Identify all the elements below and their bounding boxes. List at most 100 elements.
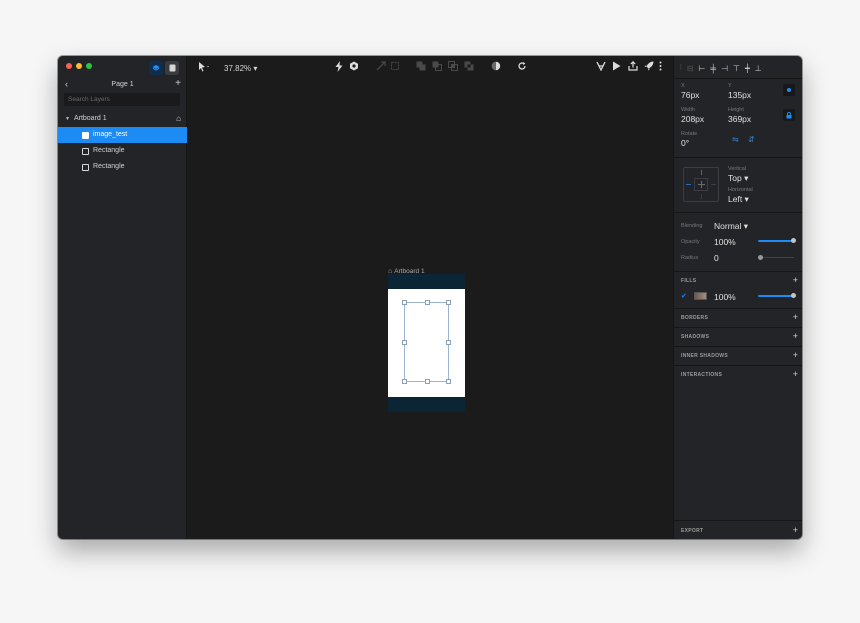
constraint-left[interactable] [686, 184, 691, 185]
disclosure-triangle-icon[interactable]: ▼ [65, 111, 70, 127]
add-export-button[interactable]: + [793, 526, 798, 535]
divider [674, 346, 802, 347]
artboard[interactable] [388, 274, 465, 412]
image-icon [82, 131, 89, 139]
distribute-horizontal-icon[interactable]: ⦚ [680, 63, 682, 73]
design-canvas[interactable]: ⌂ Artboard 1 [187, 80, 673, 539]
selected-image-layer[interactable] [402, 300, 451, 384]
x-field[interactable]: 76px [681, 90, 699, 100]
hexagon-icon[interactable] [349, 61, 359, 75]
blending-dropdown[interactable]: Normal ▾ [714, 221, 748, 232]
play-icon[interactable] [612, 61, 621, 75]
layer-image-test[interactable]: image_test [58, 127, 187, 143]
slider-knob[interactable] [758, 255, 763, 260]
flip-vertical-icon[interactable]: ⇵ [748, 135, 755, 144]
zoom-window-button[interactable] [86, 63, 92, 69]
refresh-icon[interactable] [517, 61, 527, 75]
more-icon[interactable] [659, 61, 662, 75]
align-middle-icon[interactable]: ┿ [745, 64, 750, 73]
add-border-button[interactable]: + [793, 313, 798, 322]
slider-knob[interactable] [791, 293, 796, 298]
constraint-height[interactable] [701, 181, 702, 188]
intersect-icon[interactable] [448, 61, 458, 75]
layer-rectangle[interactable]: Rectangle [58, 143, 187, 159]
add-page-button[interactable]: + [175, 78, 181, 89]
home-icon[interactable]: ⌂ [176, 111, 181, 127]
align-top-icon[interactable]: ⊤ [733, 64, 740, 73]
layer-list: ▼ Artboard 1 ⌂ image_test Rectangle Rect… [58, 111, 187, 175]
divider [674, 212, 802, 213]
y-field[interactable]: 135px [728, 90, 751, 100]
x-label: X [681, 83, 685, 89]
fill-enabled-checkbox[interactable]: ✔ [681, 292, 687, 300]
resize-handle[interactable] [425, 379, 430, 384]
page-title[interactable]: Page 1 [58, 81, 187, 88]
add-shadow-button[interactable]: + [793, 332, 798, 341]
height-label: Height [728, 107, 744, 113]
union-icon[interactable] [416, 61, 426, 75]
resize-handle[interactable] [402, 340, 407, 345]
layer-artboard-1[interactable]: ▼ Artboard 1 ⌂ [58, 111, 187, 127]
add-fill-button[interactable]: + [793, 276, 798, 285]
align-bottom-icon[interactable]: ⊥ [755, 64, 762, 73]
resize-handle[interactable] [425, 300, 430, 305]
divider [674, 327, 802, 328]
horizontal-dropdown[interactable]: Left ▾ [728, 194, 749, 205]
align-right-icon[interactable]: ⊣ [721, 64, 728, 73]
fill-opacity-field[interactable]: 100% [714, 292, 736, 302]
fill-swatch[interactable] [694, 292, 707, 300]
zoom-level-dropdown[interactable]: 37.82% ▾ [224, 64, 257, 73]
close-window-button[interactable] [66, 63, 72, 69]
difference-icon[interactable] [464, 61, 474, 75]
layers-mode-button[interactable] [149, 61, 163, 75]
resize-icon[interactable] [376, 61, 386, 75]
rotate-field[interactable]: 0° [681, 138, 689, 148]
resize-handle[interactable] [446, 379, 451, 384]
lock-ratio-button[interactable] [783, 109, 795, 121]
align-center-icon[interactable]: ╪ [710, 64, 716, 73]
radius-slider[interactable] [760, 257, 794, 258]
horizontal-label: Horizontal [728, 187, 753, 193]
height-field[interactable]: 369px [728, 114, 751, 124]
fill-opacity-slider[interactable] [758, 293, 796, 298]
search-layers-input[interactable]: Search Layers [64, 93, 180, 106]
subtract-icon[interactable] [432, 61, 442, 75]
add-inner-shadow-button[interactable]: + [793, 351, 798, 360]
constraint-top[interactable] [701, 170, 702, 175]
horizontal-value: Left [728, 194, 743, 204]
select-arrow-icon[interactable] [198, 62, 210, 76]
radius-field[interactable]: 0 [714, 253, 719, 263]
constraint-right[interactable] [711, 184, 716, 185]
components-mode-button[interactable] [165, 61, 179, 75]
mask-icon[interactable] [491, 61, 501, 75]
width-field[interactable]: 208px [681, 114, 704, 124]
layer-label: Artboard 1 [73, 115, 107, 122]
distribute-vertical-icon[interactable]: ⊟ [687, 64, 694, 73]
opacity-label: Opacity [681, 239, 700, 245]
rocket-icon[interactable] [644, 61, 654, 75]
resize-handle[interactable] [446, 300, 451, 305]
slider-knob[interactable] [791, 238, 796, 243]
resizing-constraints-widget[interactable] [683, 167, 719, 202]
constraint-bottom[interactable] [701, 194, 702, 199]
document-icon [169, 64, 175, 72]
frame-icon[interactable] [390, 61, 400, 75]
flatten-icon[interactable] [596, 61, 606, 75]
resize-handle[interactable] [402, 379, 407, 384]
opacity-slider[interactable] [758, 238, 796, 243]
add-interaction-button[interactable]: + [793, 370, 798, 379]
main-toolbar: 37.82% ▾ [187, 56, 673, 80]
constrain-position-button[interactable] [783, 84, 795, 96]
resize-handle[interactable] [402, 300, 407, 305]
layer-label: Rectangle [93, 163, 125, 170]
layer-rectangle[interactable]: Rectangle [58, 159, 187, 175]
share-icon[interactable] [628, 60, 638, 75]
opacity-field[interactable]: 100% [714, 237, 736, 247]
lightning-icon[interactable] [335, 61, 343, 76]
align-left-icon[interactable]: ⊢ [698, 64, 705, 73]
rectangle-icon [82, 163, 89, 171]
flip-horizontal-icon[interactable]: ⇋ [732, 135, 739, 144]
vertical-dropdown[interactable]: Top ▾ [728, 173, 748, 184]
resize-handle[interactable] [446, 340, 451, 345]
minimize-window-button[interactable] [76, 63, 82, 69]
